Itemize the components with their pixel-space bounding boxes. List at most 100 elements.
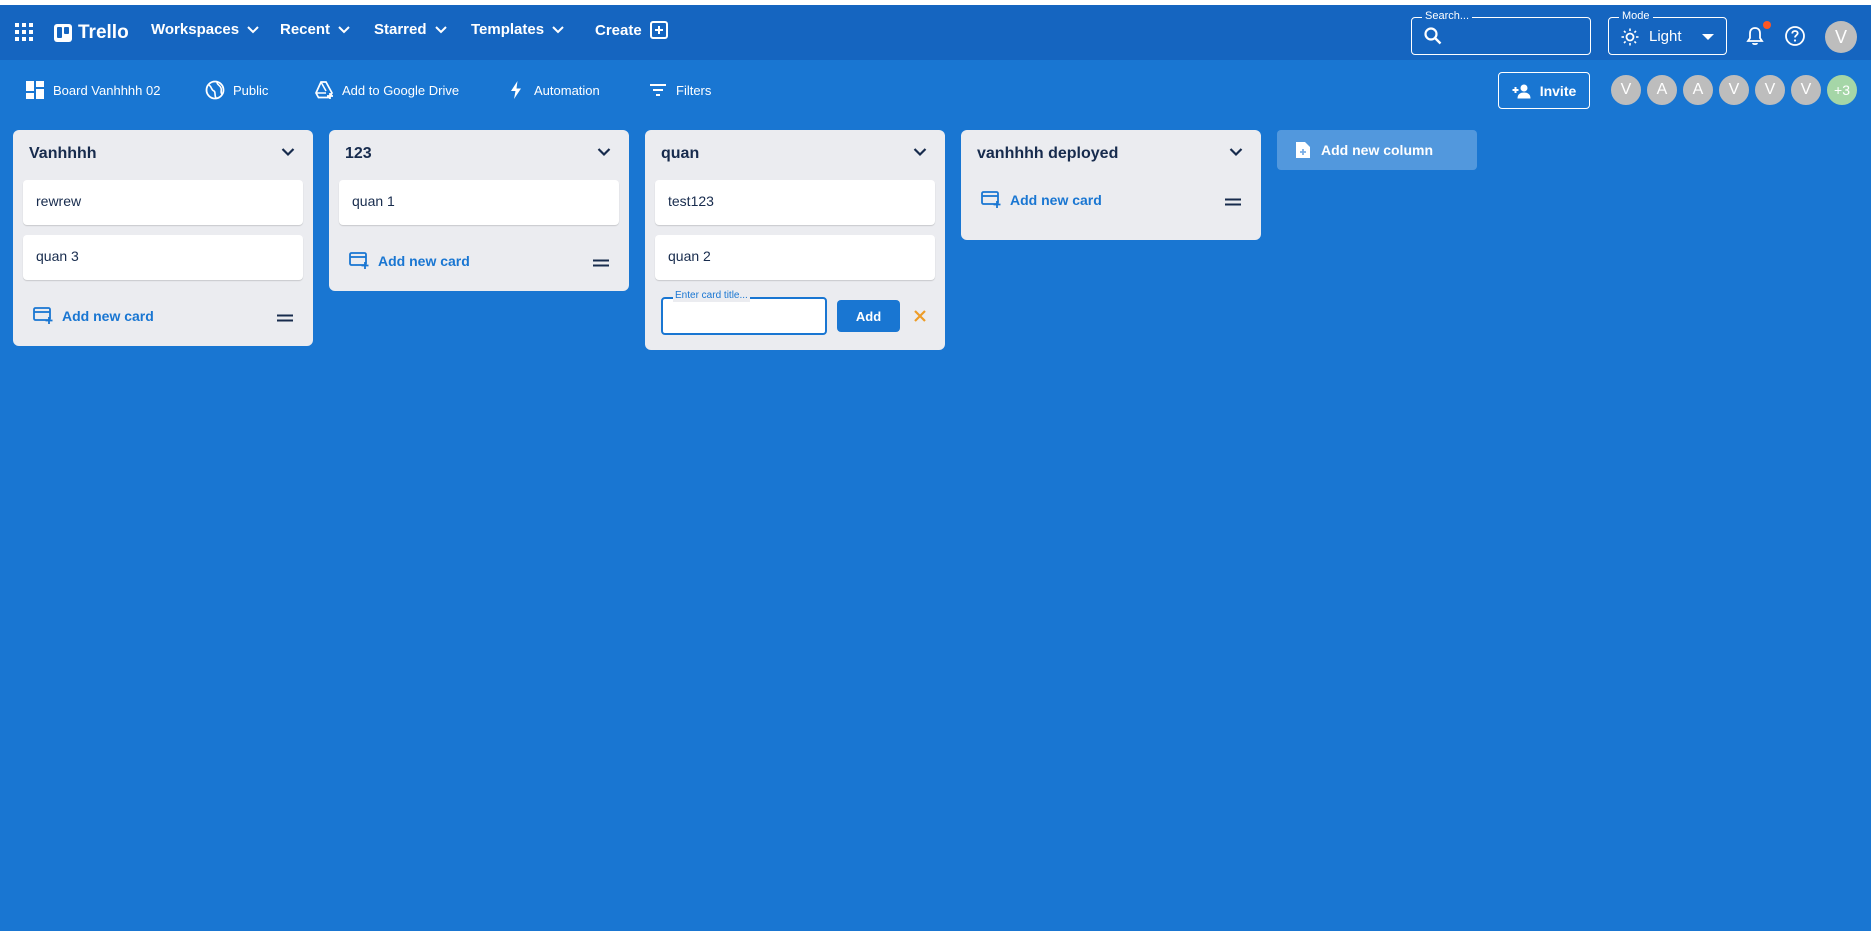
add-new-card-label: Add new card (378, 253, 470, 269)
chevron-down-icon[interactable] (597, 147, 611, 157)
chevron-down-icon (338, 25, 350, 33)
card[interactable]: test123 (655, 180, 935, 225)
drag-handle-icon[interactable] (1225, 198, 1241, 206)
column-header: 123 (329, 130, 629, 180)
user-avatar[interactable]: V (1825, 21, 1857, 53)
light-mode-icon (1621, 28, 1639, 46)
person-add-icon (1512, 84, 1531, 98)
bolt-icon (511, 81, 521, 99)
invite-button[interactable]: Invite (1498, 72, 1590, 109)
google-drive-button[interactable]: Add to Google Drive (314, 80, 459, 100)
note-add-icon (1296, 142, 1310, 158)
more-members-avatar[interactable]: +3 (1825, 73, 1859, 107)
board-name-button[interactable]: Board Vanhhhh 02 (25, 80, 160, 100)
nav-recent[interactable]: Recent (280, 21, 350, 38)
nav-workspaces-label: Workspaces (151, 21, 240, 38)
notifications-icon[interactable] (1744, 25, 1766, 47)
member-avatar[interactable]: A (1645, 73, 1679, 107)
chevron-down-icon (247, 25, 259, 33)
automation-button[interactable]: Automation (506, 80, 600, 100)
visibility-label: Public (233, 82, 269, 98)
card-title-field[interactable]: Enter card title... (661, 290, 827, 335)
nav-create[interactable]: Create (595, 21, 668, 39)
search-label: Search... (1422, 10, 1473, 23)
column-quan: quan test123 quan 2 Enter card title... … (645, 130, 945, 350)
public-icon (205, 80, 225, 100)
column-vanhhhh: Vanhhhh rewrew quan 3 Add new card (13, 130, 313, 346)
add-card-icon (349, 252, 369, 269)
apps-grid-icon[interactable] (15, 23, 33, 41)
member-avatar[interactable]: V (1753, 73, 1787, 107)
board-bar: Board Vanhhhh 02 Public Add to Google Dr… (0, 60, 1871, 120)
member-avatar[interactable]: A (1681, 73, 1715, 107)
nav-create-label: Create (595, 21, 642, 39)
automation-label: Automation (534, 82, 600, 98)
top-app-bar: Trello Workspaces Recent Starred Templat… (0, 0, 1871, 60)
card[interactable]: quan 2 (655, 235, 935, 280)
column-header: vanhhhh deployed (961, 130, 1261, 180)
chevron-down-icon[interactable] (1229, 147, 1243, 157)
column-footer: Add new card (961, 180, 1261, 240)
filter-icon (650, 84, 666, 96)
member-avatar[interactable]: V (1717, 73, 1751, 107)
nav-templates[interactable]: Templates (471, 21, 564, 38)
column-footer: Add new card (329, 235, 629, 291)
nav-templates-label: Templates (471, 21, 545, 38)
add-new-card-button[interactable]: Add new card (33, 307, 154, 325)
help-icon[interactable] (1784, 25, 1806, 47)
member-avatar[interactable]: V (1609, 73, 1643, 107)
card[interactable]: rewrew (23, 180, 303, 225)
column-title: quan (661, 145, 700, 162)
add-new-card-button[interactable]: Add new card (981, 191, 1102, 209)
card[interactable]: quan 1 (339, 180, 619, 225)
trello-logo[interactable]: Trello (54, 22, 129, 44)
chevron-down-icon (434, 25, 447, 33)
chevron-down-icon[interactable] (281, 147, 295, 157)
nav-workspaces[interactable]: Workspaces (151, 21, 259, 38)
board-name: Board Vanhhhh 02 (53, 82, 161, 98)
column-header: Vanhhhh (13, 130, 313, 180)
column-header: quan (645, 130, 945, 180)
column-title: Vanhhhh (29, 145, 97, 162)
google-drive-label: Add to Google Drive (342, 82, 460, 98)
close-icon[interactable] (913, 309, 927, 323)
add-new-card-button[interactable]: Add new card (349, 252, 470, 270)
add-card-submit-button[interactable]: Add (837, 300, 900, 332)
card[interactable]: quan 3 (23, 235, 303, 280)
search-field[interactable]: Search... (1411, 10, 1591, 55)
filters-label: Filters (676, 82, 712, 98)
filters-button[interactable]: Filters (648, 80, 711, 100)
card-title-input[interactable] (663, 299, 825, 333)
column-123: 123 quan 1 Add new card (329, 130, 629, 291)
add-card-icon (33, 307, 53, 324)
dropdown-caret-icon (1702, 34, 1714, 40)
member-avatar[interactable]: V (1789, 73, 1823, 107)
add-new-column-label: Add new column (1321, 142, 1433, 158)
column-footer: Add new card (13, 290, 313, 346)
visibility-button[interactable]: Public (205, 80, 268, 100)
trello-board-icon (54, 24, 72, 42)
add-box-icon (649, 21, 668, 39)
mode-value: Light (1649, 28, 1682, 45)
chevron-down-icon[interactable] (913, 147, 927, 157)
notification-badge (1763, 21, 1771, 29)
mode-label: Mode (1619, 10, 1653, 23)
add-card-icon (981, 191, 1001, 208)
chevron-down-icon (552, 25, 564, 33)
drag-handle-icon[interactable] (593, 259, 609, 267)
invite-label: Invite (1539, 82, 1577, 99)
nav-starred[interactable]: Starred (374, 21, 447, 38)
nav-starred-label: Starred (374, 21, 427, 38)
column-title: 123 (345, 145, 372, 162)
add-new-card-label: Add new card (1010, 192, 1102, 208)
logo-text: Trello (78, 22, 129, 43)
nav-recent-label: Recent (280, 21, 331, 38)
member-avatars: V A A V V V +3 (1607, 73, 1859, 107)
add-to-drive-icon (315, 81, 333, 99)
drag-handle-icon[interactable] (277, 314, 293, 322)
add-new-column-button[interactable]: Add new column (1277, 130, 1477, 170)
column-vanhhhh-deployed: vanhhhh deployed Add new card (961, 130, 1261, 240)
new-card-form: Enter card title... Add (645, 290, 945, 350)
mode-select[interactable]: Mode Light (1608, 10, 1727, 55)
search-icon (1424, 27, 1442, 45)
